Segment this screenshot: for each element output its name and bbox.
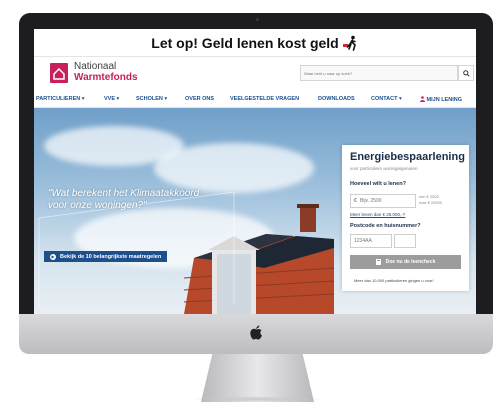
- nav-item-particulieren[interactable]: PARTICULIEREN ▾: [36, 96, 85, 102]
- mijn-lening-label: MIJN LENING: [426, 97, 462, 103]
- postcode-label: Postcode en huisnummer?: [350, 223, 421, 229]
- leencheck-label: Doe nu de leencheck: [385, 259, 436, 265]
- logo-text-bottom: Warmtefonds: [74, 72, 138, 83]
- loan-form: Energiebespaarlening voor particuliere w…: [342, 145, 469, 291]
- logo-text-top: Nationaal: [74, 61, 117, 72]
- maatregelen-label: Bekijk de 10 belangrijkste maatregelen: [60, 253, 162, 260]
- warning-text: Let op! Geld lenen kost geld: [151, 34, 339, 51]
- house-number-field-box: [394, 234, 416, 248]
- imac-stand: [201, 354, 314, 402]
- mijn-lening-link[interactable]: MIJN LENING: [420, 96, 462, 103]
- postcode-field-box: [350, 234, 392, 248]
- nav-item-downloads[interactable]: DOWNLOADS: [318, 96, 355, 102]
- logo-text-rest: fonds: [110, 72, 138, 83]
- amount-input[interactable]: [360, 195, 412, 207]
- calculator-icon: [375, 259, 381, 265]
- user-icon: [420, 96, 425, 102]
- search-button[interactable]: [458, 65, 474, 81]
- play-icon: ▶: [50, 253, 56, 260]
- main-nav: PARTICULIEREN ▾ VVE ▾ SCHOLEN ▾ OVER ONS…: [34, 91, 476, 108]
- nav-item-veelgestelde-vragen[interactable]: VEELGESTELDE VRAGEN: [230, 96, 299, 102]
- stand-shadow: [190, 396, 325, 402]
- browser-screen: Let op! Geld lenen kost geld Nationaal W…: [34, 29, 476, 314]
- postcode-input[interactable]: [354, 235, 388, 247]
- max-amount: max € 25000: [419, 200, 443, 205]
- form-subtitle: voor particuliere woningeigenaren: [350, 166, 418, 171]
- leencheck-button[interactable]: Doe nu de leencheck: [350, 255, 461, 269]
- house-number-input[interactable]: [398, 235, 412, 247]
- nav-item-scholen[interactable]: SCHOLEN ▾: [136, 96, 167, 102]
- site-header: Nationaal Warmtefonds: [34, 57, 476, 91]
- logo-text-bold: Warmte: [74, 72, 111, 83]
- hero-quote: "Wat berekent het Klimaatakkoord voor on…: [48, 188, 200, 211]
- apple-logo-icon: [250, 325, 262, 340]
- nav-item-over-ons[interactable]: OVER ONS: [185, 96, 214, 102]
- house-logo-icon[interactable]: [50, 63, 68, 83]
- more-lenen-link[interactable]: Meer lenen dan € 25.000,-?: [350, 212, 405, 217]
- camera-icon: [256, 18, 259, 21]
- warning-banner: Let op! Geld lenen kost geld: [34, 29, 476, 57]
- form-footer: Meer dan 10.000 particulieren gingen u v…: [354, 278, 434, 283]
- amount-label: Hoeveel wilt u lenen?: [350, 181, 406, 187]
- amount-field-box: €: [350, 194, 416, 208]
- form-title: Energiebespaarlening: [350, 151, 465, 163]
- nav-item-contact[interactable]: CONTACT ▾: [371, 96, 402, 102]
- search-icon: [462, 69, 470, 77]
- nav-item-vve[interactable]: VVE ▾: [104, 96, 119, 102]
- currency-symbol: €: [354, 198, 357, 204]
- search-box: [300, 65, 458, 81]
- amount-limits: min € 2500 max € 25000: [419, 194, 442, 206]
- running-man-icon: [342, 35, 356, 51]
- search-input[interactable]: [304, 66, 424, 80]
- maatregelen-button[interactable]: ▶ Bekijk de 10 belangrijkste maatregelen: [44, 251, 168, 262]
